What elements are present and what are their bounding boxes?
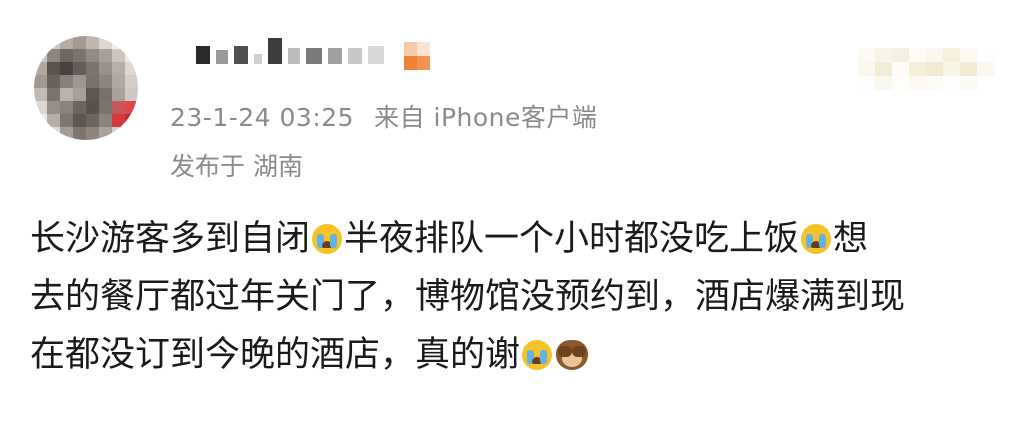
post-text-segment: 长沙游客多到自闭 [30,219,311,259]
crying-face-icon [312,224,343,254]
post-timestamp: 23-1-24 03:25 [170,103,355,132]
follow-area-blurred [858,48,994,90]
post-text-segment: 在都没订到今晚的酒店，真的谢 [30,335,521,375]
post-line-2: 去的餐厅都过年关门了，博物馆没预约到，酒店爆满到现 [30,268,1000,326]
post-line-1: 长沙游客多到自闭 半夜排队一个小时都没吃上饭想 [30,210,1000,268]
member-badge-icon [404,42,430,70]
post-location: 发布于 湖南 [170,152,303,181]
post-line-3: 在都没订到今晚的酒店，真的谢 [30,326,1000,384]
post-text-segment: 半夜排队一个小时都没吃上饭 [344,219,800,259]
avatar[interactable] [34,36,138,140]
see-no-evil-monkey-icon [556,340,589,370]
post-text-segment: 想 [833,219,869,259]
crying-face-icon [801,224,832,254]
post-body: 长沙游客多到自闭 半夜排队一个小时都没吃上饭想 去的餐厅都过年关门了，博物馆没预约… [30,210,1000,384]
post-text-segment: 去的餐厅都过年关门了，博物馆没预约到，酒店爆满到现 [30,277,906,317]
post-source[interactable]: 来自 iPhone客户端 [374,103,597,132]
username[interactable] [196,38,384,64]
crying-face-icon [522,340,553,370]
post-meta: 23-1-24 03:25 来自 iPhone客户端 [170,98,597,134]
